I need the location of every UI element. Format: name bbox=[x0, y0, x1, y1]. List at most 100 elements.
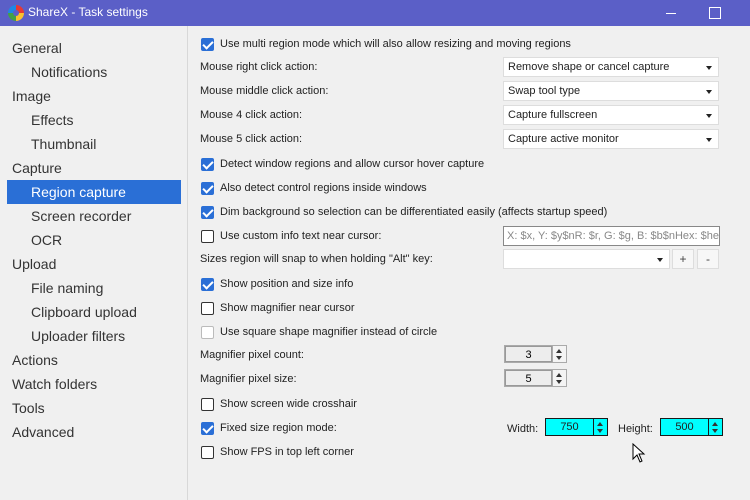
detect-controls-label: Also detect control regions inside windo… bbox=[220, 182, 427, 194]
width-label: Width: bbox=[507, 423, 539, 435]
stepper-arrows[interactable] bbox=[552, 370, 566, 386]
magnifier-size-label: Magnifier pixel size: bbox=[200, 373, 297, 385]
chevron-down-icon bbox=[706, 138, 712, 142]
mouse4-action-dropdown[interactable]: Capture fullscreen bbox=[503, 105, 719, 125]
show-magnifier-checkbox[interactable] bbox=[201, 301, 214, 315]
show-magnifier-label: Show magnifier near cursor bbox=[220, 302, 355, 314]
title-bar: ShareX - Task settings bbox=[0, 0, 750, 26]
mouse-pointer-icon bbox=[632, 443, 646, 463]
mouse4-value: Capture fullscreen bbox=[508, 109, 598, 121]
crosshair-option[interactable]: Show screen wide crosshair bbox=[201, 396, 357, 412]
dim-background-option[interactable]: Dim background so selection can be diffe… bbox=[201, 204, 607, 220]
fixed-height-value[interactable]: 500 bbox=[661, 419, 708, 435]
fixed-width-value[interactable]: 750 bbox=[546, 419, 593, 435]
arrow-down-icon[interactable] bbox=[556, 356, 562, 360]
dim-background-checkbox[interactable] bbox=[201, 205, 214, 219]
sidebar-item-advanced[interactable]: Advanced bbox=[12, 420, 74, 444]
sidebar-item-notifications[interactable]: Notifications bbox=[31, 60, 107, 84]
arrow-down-icon[interactable] bbox=[597, 429, 603, 433]
region-capture-settings-panel: Use multi region mode which will also al… bbox=[189, 26, 750, 500]
mouse-right-action-dropdown[interactable]: Remove shape or cancel capture bbox=[503, 57, 719, 77]
sidebar-item-actions[interactable]: Actions bbox=[12, 348, 58, 372]
sidebar-item-uploader-filters[interactable]: Uploader filters bbox=[31, 324, 125, 348]
stepper-arrows[interactable] bbox=[552, 346, 566, 362]
magnifier-count-label: Magnifier pixel count: bbox=[200, 349, 304, 361]
detect-controls-checkbox[interactable] bbox=[201, 181, 214, 195]
fixed-size-checkbox[interactable] bbox=[201, 421, 214, 435]
custom-info-option[interactable]: Use custom info text near cursor: bbox=[201, 228, 381, 244]
multi-region-checkbox[interactable] bbox=[201, 37, 214, 51]
settings-sidebar: General Notifications Image Effects Thum… bbox=[0, 26, 188, 500]
stepper-arrows[interactable] bbox=[708, 419, 722, 435]
maximize-button[interactable] bbox=[692, 0, 738, 26]
mouse5-label: Mouse 5 click action: bbox=[200, 133, 303, 145]
sidebar-item-clipboard-upload[interactable]: Clipboard upload bbox=[31, 300, 137, 324]
custom-info-label: Use custom info text near cursor: bbox=[220, 230, 382, 242]
window-title: ShareX - Task settings bbox=[28, 5, 148, 19]
chevron-down-icon bbox=[706, 66, 712, 70]
add-snap-size-button[interactable]: + bbox=[672, 249, 694, 269]
sidebar-item-image[interactable]: Image bbox=[12, 84, 51, 108]
show-position-option[interactable]: Show position and size info bbox=[201, 276, 353, 292]
mouse-middle-action-dropdown[interactable]: Swap tool type bbox=[503, 81, 719, 101]
fixed-size-option[interactable]: Fixed size region mode: bbox=[201, 420, 337, 436]
sharex-logo-icon bbox=[8, 5, 24, 21]
mouse-middle-value: Swap tool type bbox=[508, 85, 581, 97]
square-magnifier-checkbox[interactable] bbox=[201, 325, 214, 339]
sidebar-item-tools[interactable]: Tools bbox=[12, 396, 45, 420]
mouse-right-value: Remove shape or cancel capture bbox=[508, 61, 670, 73]
magnifier-size-value[interactable]: 5 bbox=[505, 370, 552, 386]
dim-background-label: Dim background so selection can be diffe… bbox=[220, 206, 608, 218]
arrow-up-icon[interactable] bbox=[556, 373, 562, 377]
mouse5-action-dropdown[interactable]: Capture active monitor bbox=[503, 129, 719, 149]
crosshair-label: Show screen wide crosshair bbox=[220, 398, 357, 410]
sidebar-item-upload[interactable]: Upload bbox=[12, 252, 56, 276]
chevron-down-icon bbox=[706, 114, 712, 118]
minimize-button[interactable] bbox=[648, 0, 694, 26]
arrow-down-icon[interactable] bbox=[556, 380, 562, 384]
multi-region-label: Use multi region mode which will also al… bbox=[220, 38, 571, 50]
square-magnifier-option[interactable]: Use square shape magnifier instead of ci… bbox=[201, 324, 437, 340]
mouse5-value: Capture active monitor bbox=[508, 133, 619, 145]
magnifier-size-stepper[interactable]: 5 bbox=[504, 369, 567, 387]
sidebar-item-effects[interactable]: Effects bbox=[31, 108, 74, 132]
detect-controls-option[interactable]: Also detect control regions inside windo… bbox=[201, 180, 427, 196]
detect-windows-label: Detect window regions and allow cursor h… bbox=[220, 158, 485, 170]
show-fps-checkbox[interactable] bbox=[201, 445, 214, 459]
square-magnifier-label: Use square shape magnifier instead of ci… bbox=[220, 326, 438, 338]
arrow-up-icon[interactable] bbox=[556, 349, 562, 353]
custom-info-checkbox[interactable] bbox=[201, 229, 214, 243]
show-magnifier-option[interactable]: Show magnifier near cursor bbox=[201, 300, 355, 316]
arrow-down-icon[interactable] bbox=[712, 429, 718, 433]
chevron-down-icon bbox=[706, 90, 712, 94]
sidebar-item-watch-folders[interactable]: Watch folders bbox=[12, 372, 97, 396]
show-fps-label: Show FPS in top left corner bbox=[220, 446, 354, 458]
custom-info-text-input[interactable]: X: $x, Y: $y$nR: $r, G: $g, B: $b$nHex: … bbox=[503, 226, 720, 246]
sidebar-item-thumbnail[interactable]: Thumbnail bbox=[31, 132, 96, 156]
fixed-height-stepper[interactable]: 500 bbox=[660, 418, 723, 436]
sidebar-item-capture[interactable]: Capture bbox=[12, 156, 62, 180]
show-fps-option[interactable]: Show FPS in top left corner bbox=[201, 444, 354, 460]
detect-windows-checkbox[interactable] bbox=[201, 157, 214, 171]
magnifier-count-stepper[interactable]: 3 bbox=[504, 345, 567, 363]
fixed-width-stepper[interactable]: 750 bbox=[545, 418, 608, 436]
sidebar-item-general[interactable]: General bbox=[12, 36, 62, 60]
snap-sizes-label: Sizes region will snap to when holding "… bbox=[200, 253, 433, 265]
mouse-middle-label: Mouse middle click action: bbox=[200, 85, 329, 97]
magnifier-count-value[interactable]: 3 bbox=[505, 346, 552, 362]
stepper-arrows[interactable] bbox=[593, 419, 607, 435]
mouse-right-label: Mouse right click action: bbox=[200, 61, 318, 73]
multi-region-option[interactable]: Use multi region mode which will also al… bbox=[201, 36, 571, 52]
detect-windows-option[interactable]: Detect window regions and allow cursor h… bbox=[201, 156, 484, 172]
show-position-label: Show position and size info bbox=[220, 278, 354, 290]
sidebar-item-ocr[interactable]: OCR bbox=[31, 228, 62, 252]
crosshair-checkbox[interactable] bbox=[201, 397, 214, 411]
show-position-checkbox[interactable] bbox=[201, 277, 214, 291]
sidebar-item-file-naming[interactable]: File naming bbox=[31, 276, 103, 300]
snap-sizes-dropdown[interactable] bbox=[503, 249, 670, 269]
arrow-up-icon[interactable] bbox=[597, 422, 603, 426]
remove-snap-size-button[interactable]: - bbox=[697, 249, 719, 269]
sidebar-item-screen-recorder[interactable]: Screen recorder bbox=[31, 204, 131, 228]
arrow-up-icon[interactable] bbox=[712, 422, 718, 426]
sidebar-item-region-capture[interactable]: Region capture bbox=[7, 180, 181, 204]
